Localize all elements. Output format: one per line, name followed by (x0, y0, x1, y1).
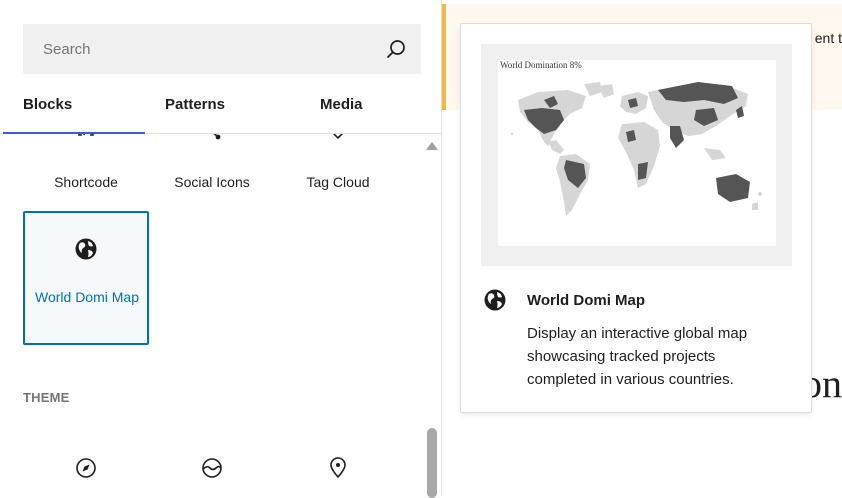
search-box[interactable] (23, 24, 421, 74)
block-site-logo[interactable] (149, 456, 275, 486)
world-map-image (510, 82, 762, 216)
block-label: Shortcode (54, 174, 118, 190)
theme-category-heading: THEME (23, 390, 70, 405)
tab-patterns[interactable]: Patterns (145, 84, 287, 134)
world-map-preview: World Domination 8% (498, 60, 776, 246)
search-input[interactable] (23, 24, 363, 74)
share-icon (200, 134, 224, 149)
tab-blocks[interactable]: Blocks (3, 84, 145, 134)
inserter-tabs: Blocks Patterns Media (0, 84, 442, 134)
globe-icon (74, 237, 98, 261)
site-logo-icon (200, 456, 224, 480)
block-tag-cloud[interactable]: Tag Cloud (275, 134, 401, 204)
block-list-scrollbar[interactable] (425, 134, 439, 498)
block-preview-frame: World Domination 8% (481, 44, 792, 266)
block-label: World Domi Map (35, 289, 139, 305)
map-marker-icon (326, 456, 350, 480)
preview-description: Display an interactive global map showca… (527, 325, 748, 388)
shortcode-icon (74, 134, 98, 149)
globe-icon (483, 288, 507, 312)
search-icon[interactable] (385, 38, 407, 60)
block-label: Social Icons (174, 174, 250, 190)
block-list: Shortcode Social Icons Tag Cloud World D… (0, 134, 425, 496)
block-social-icons[interactable]: Social Icons (149, 134, 275, 204)
scroll-up-arrow-icon[interactable] (426, 142, 438, 150)
block-map[interactable] (275, 456, 401, 486)
block-world-domi-map[interactable]: World Domi Map (23, 211, 149, 345)
map-title: World Domination 8% (500, 60, 582, 70)
block-preview-popover: World Domination 8% World Domi Map Displ… (460, 23, 812, 413)
preview-title: World Domi Map (527, 292, 646, 309)
block-inserter-panel: Blocks Patterns Media Shortcode Socia (0, 0, 442, 498)
scrollbar-thumb[interactable] (427, 428, 437, 498)
tab-media[interactable]: Media (300, 84, 442, 134)
tag-icon (326, 134, 350, 149)
block-shortcode[interactable]: Shortcode (23, 134, 149, 204)
notice-text: ent t (814, 30, 842, 46)
compass-icon (74, 456, 98, 480)
block-label: Tag Cloud (306, 174, 370, 190)
block-navigation[interactable] (23, 456, 149, 486)
